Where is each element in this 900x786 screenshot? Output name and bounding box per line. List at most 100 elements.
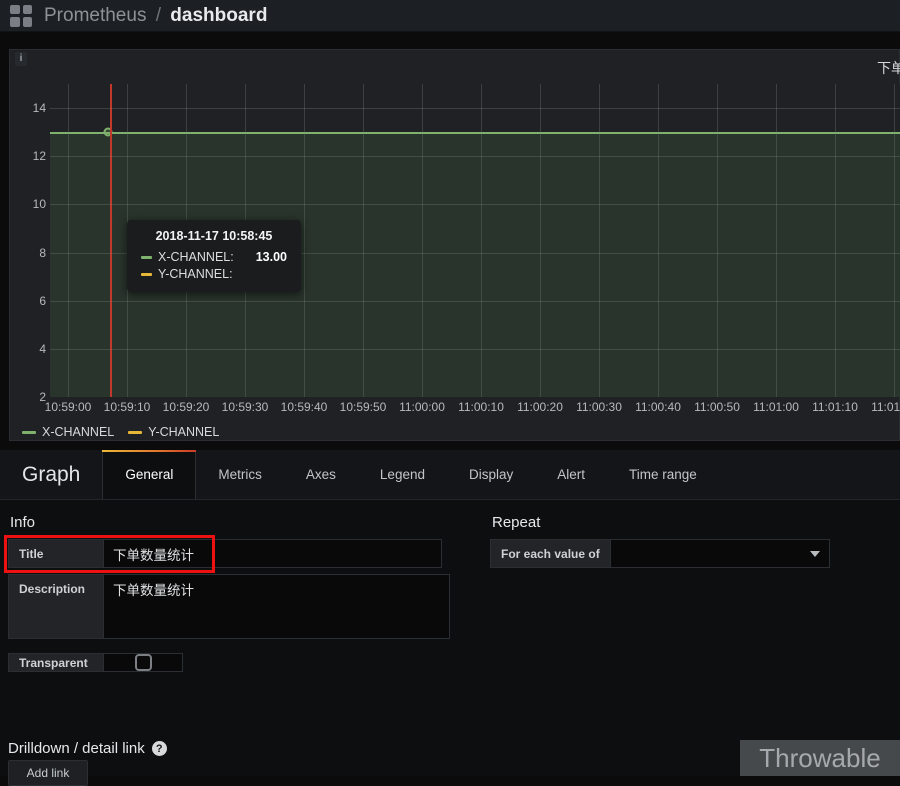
tooltip-swatch-x-channel	[141, 256, 152, 259]
editor-tab-bar: Graph GeneralMetricsAxesLegendDisplayAle…	[0, 450, 900, 500]
repeat-select-wrapper[interactable]	[610, 539, 830, 568]
tab-time-range[interactable]: Time range	[607, 450, 719, 499]
tab-alert[interactable]: Alert	[535, 450, 607, 499]
info-column: Info Title Description Transparent	[0, 514, 480, 678]
tooltip-name-y-channel: Y-CHANNEL:	[158, 267, 233, 281]
description-label: Description	[8, 574, 103, 639]
y-axis-tick: 10	[33, 197, 46, 211]
watermark: Throwable	[740, 740, 900, 776]
repeat-section-heading: Repeat	[492, 514, 880, 531]
gridline-vertical	[363, 84, 364, 397]
x-axis-tick: 11:00:30	[576, 400, 622, 414]
repeat-field-row: For each value of	[490, 539, 830, 568]
editor-heading: Graph	[0, 450, 102, 499]
editor-columns: Info Title Description Transparent Repea…	[0, 500, 900, 678]
gridline-vertical	[835, 84, 836, 397]
x-axis-tick: 10:59:30	[222, 400, 269, 414]
info-section-heading: Info	[10, 514, 480, 531]
tooltip-value-x-channel: 13.00	[240, 250, 287, 264]
title-field-row: Title	[8, 539, 442, 568]
series-line-x-channel	[50, 132, 900, 134]
gridline-vertical	[540, 84, 541, 397]
gridline-vertical	[304, 84, 305, 397]
x-axis-tick: 11:00:10	[458, 400, 504, 414]
tooltip-row-x-channel: X-CHANNEL: 13.00	[141, 250, 287, 264]
tooltip-timestamp: 2018-11-17 10:58:45	[141, 229, 287, 243]
repeat-column: Repeat For each value of	[480, 514, 880, 678]
gridline-horizontal	[50, 204, 900, 205]
title-label: Title	[8, 539, 103, 568]
x-axis-tick: 10:59:00	[45, 400, 92, 414]
drilldown-section: Drilldown / detail link ?	[8, 740, 167, 757]
y-axis: 1412108642	[10, 84, 50, 397]
y-axis-tick: 4	[39, 342, 46, 356]
gridline-vertical	[481, 84, 482, 397]
panel-title[interactable]: 下单	[877, 58, 900, 78]
chart-tooltip: 2018-11-17 10:58:45 X-CHANNEL: 13.00 Y-C…	[127, 220, 301, 292]
gridline-vertical	[68, 84, 69, 397]
tab-display[interactable]: Display	[447, 450, 535, 499]
x-axis-tick: 11:00:00	[399, 400, 445, 414]
for-each-value-label: For each value of	[490, 539, 610, 568]
gridline-vertical	[422, 84, 423, 397]
y-axis-tick: 12	[33, 149, 46, 163]
tooltip-row-y-channel: Y-CHANNEL:	[141, 267, 287, 281]
gridline-vertical	[894, 84, 895, 397]
tab-general[interactable]: General	[102, 450, 196, 499]
chart-legend: X-CHANNEL Y-CHANNEL	[22, 425, 219, 439]
gridline-horizontal	[50, 156, 900, 157]
breadcrumb-app[interactable]: Prometheus	[44, 5, 146, 26]
title-input[interactable]	[103, 539, 442, 568]
breadcrumb: Prometheus / dashboard	[44, 5, 267, 27]
gridline-vertical	[658, 84, 659, 397]
tab-legend[interactable]: Legend	[358, 450, 447, 499]
gridline-horizontal	[50, 108, 900, 109]
transparent-field-row: Transparent	[8, 653, 480, 672]
help-icon[interactable]: ?	[152, 741, 167, 756]
x-axis-tick: 11:01:10	[812, 400, 858, 414]
transparent-checkbox-cell[interactable]	[103, 653, 183, 672]
x-axis: 10:59:0010:59:1010:59:2010:59:3010:59:40…	[50, 397, 900, 423]
x-axis-tick: 11:01:00	[753, 400, 799, 414]
legend-label: Y-CHANNEL	[148, 425, 219, 439]
crosshair-line	[110, 84, 112, 397]
legend-label: X-CHANNEL	[42, 425, 114, 439]
tab-metrics[interactable]: Metrics	[196, 450, 284, 499]
transparent-checkbox[interactable]	[135, 654, 152, 671]
panel-info-icon[interactable]: i	[15, 52, 27, 66]
x-axis-tick: 11:00:20	[517, 400, 563, 414]
x-axis-tick: 10:59:50	[340, 400, 387, 414]
repeat-variable-select[interactable]	[610, 539, 830, 568]
dashboard-grid-icon[interactable]	[10, 5, 32, 27]
description-field-row: Description	[8, 574, 480, 639]
x-axis-tick: 11:00:50	[694, 400, 740, 414]
x-axis-tick: 10:59:20	[163, 400, 210, 414]
breadcrumb-separator: /	[156, 5, 161, 26]
y-axis-tick: 6	[39, 294, 46, 308]
x-axis-tick: 11:01:20	[871, 400, 900, 414]
drilldown-heading: Drilldown / detail link	[8, 740, 145, 757]
gridline-vertical	[717, 84, 718, 397]
transparent-label: Transparent	[8, 653, 103, 672]
gridline-horizontal	[50, 349, 900, 350]
gridline-vertical	[776, 84, 777, 397]
legend-item[interactable]: Y-CHANNEL	[128, 425, 219, 439]
gridline-vertical	[599, 84, 600, 397]
add-link-button[interactable]: Add link	[8, 760, 88, 786]
tab-axes[interactable]: Axes	[284, 450, 358, 499]
x-axis-tick: 10:59:40	[281, 400, 328, 414]
breadcrumb-current[interactable]: dashboard	[170, 5, 267, 26]
description-textarea[interactable]	[103, 574, 450, 639]
legend-swatch	[22, 431, 36, 434]
gridline-horizontal	[50, 301, 900, 302]
y-axis-tick: 8	[39, 246, 46, 260]
tooltip-swatch-y-channel	[141, 273, 152, 276]
top-breadcrumb-bar: Prometheus / dashboard	[0, 0, 900, 32]
x-axis-tick: 11:00:40	[635, 400, 681, 414]
legend-swatch	[128, 431, 142, 434]
panel-editor: Graph GeneralMetricsAxesLegendDisplayAle…	[0, 450, 900, 776]
graph-panel: i 下单 1412108642 10:59:0010:59:1010:59:20…	[9, 49, 900, 441]
legend-item[interactable]: X-CHANNEL	[22, 425, 114, 439]
y-axis-tick: 14	[33, 101, 46, 115]
x-axis-tick: 10:59:10	[104, 400, 151, 414]
